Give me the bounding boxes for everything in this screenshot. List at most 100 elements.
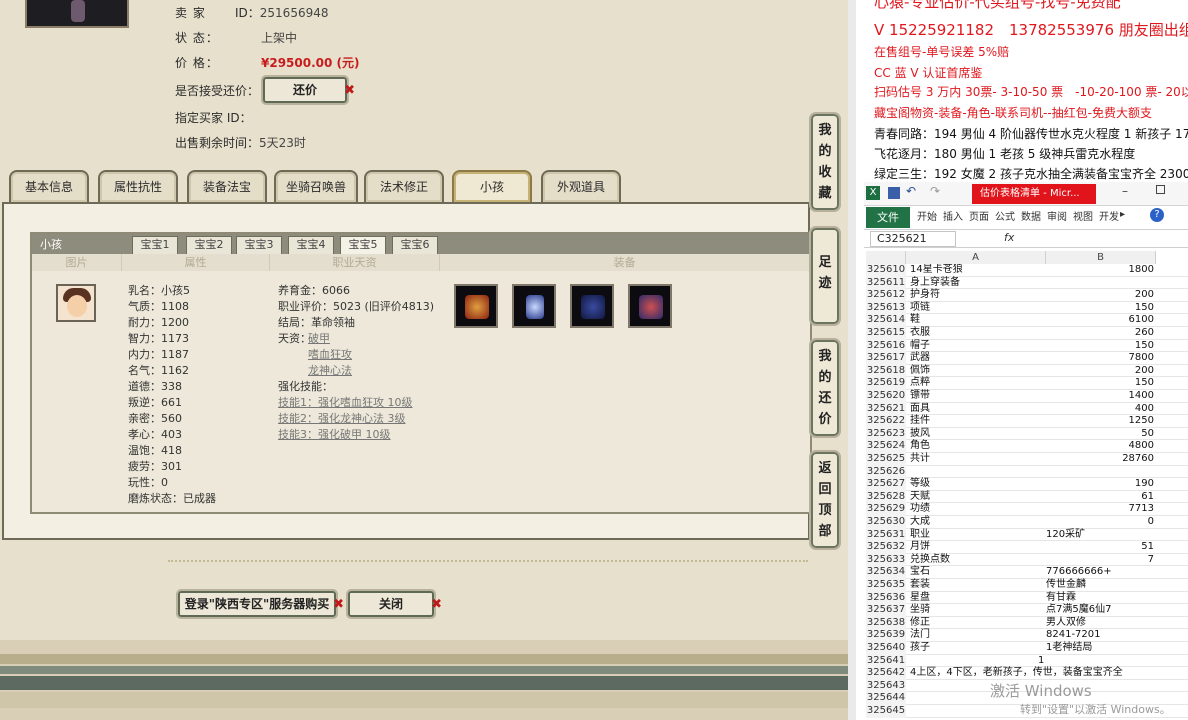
cell-b[interactable]: 男人双修 (1046, 617, 1156, 630)
subtab-baby6[interactable]: 宝宝6 (392, 236, 438, 254)
cell-a[interactable]: 月饼 (910, 541, 1046, 554)
cell-a[interactable]: 1 (1038, 655, 1174, 668)
cell-a[interactable]: 法门 (910, 629, 1046, 642)
cell-a[interactable]: 大成 (910, 516, 1046, 529)
cell-b[interactable]: 0 (1046, 516, 1156, 529)
skill-1[interactable]: 技能1：强化嗜血狂攻 10级 (278, 396, 413, 410)
cell-b[interactable]: 776666666+ (1046, 566, 1156, 579)
skill-3[interactable]: 技能3：强化破甲 10级 (278, 428, 391, 442)
equipment-slot-3[interactable] (570, 284, 614, 328)
cell-a[interactable]: 孩子 (910, 642, 1046, 655)
row-number[interactable]: 325634 (866, 566, 906, 579)
cell-a[interactable]: 14星卡苍狼 (910, 264, 1046, 277)
cell-a[interactable]: 职业 (910, 529, 1046, 542)
close-button[interactable]: 关闭 ✖ (346, 589, 442, 619)
row-number[interactable]: 325642 (866, 667, 906, 680)
row-number[interactable]: 325637 (866, 604, 906, 617)
cell-a[interactable]: 角色 (910, 440, 1046, 453)
bargain-button[interactable]: 还价 ✖ (261, 75, 355, 105)
cell-b[interactable]: 1400 (1046, 390, 1156, 403)
cell-a[interactable]: 护身符 (910, 289, 1046, 302)
select-all-corner[interactable] (866, 251, 906, 264)
cell-a[interactable]: 佩饰 (910, 365, 1046, 378)
subtab-baby3[interactable]: 宝宝3 (236, 236, 282, 254)
row-number[interactable]: 325636 (866, 591, 906, 605)
cell-b[interactable]: 61 (1046, 491, 1156, 504)
cell-b[interactable]: 1老神结局 (1046, 642, 1156, 655)
tab-basic-info[interactable]: 基本信息 (9, 170, 89, 202)
minimize-icon[interactable]: – (1122, 184, 1128, 198)
cell-b[interactable]: 6100 (1046, 314, 1156, 327)
row-number[interactable]: 325630 (866, 516, 906, 529)
equipment-slot-2[interactable] (512, 284, 556, 328)
skill-2[interactable]: 技能2：强化龙神心法 3级 (278, 412, 406, 426)
maximize-icon[interactable] (1156, 185, 1165, 194)
cell-b[interactable]: 150 (1046, 302, 1156, 315)
cell-a[interactable]: 点粹 (910, 377, 1046, 390)
row-number[interactable]: 325626 (866, 465, 906, 479)
cell-a[interactable]: 共计 (910, 453, 1046, 466)
ribbon-tab[interactable]: 开发 (1099, 207, 1119, 228)
cell-a[interactable]: 帽子 (910, 340, 1046, 353)
row-number[interactable]: 325622 (866, 415, 906, 428)
cell-a[interactable]: 披风 (910, 428, 1046, 441)
cell-b[interactable]: 有甘霖 (1046, 592, 1156, 605)
ribbon-tab[interactable]: 审阅 (1047, 207, 1067, 228)
row-number[interactable]: 325638 (866, 616, 906, 630)
cell-a[interactable]: 坐骑 (910, 604, 1046, 617)
cell-b[interactable]: 120采矿 (1046, 529, 1156, 542)
ribbon-tab[interactable]: 开始 (917, 207, 937, 228)
talent-2[interactable]: 嗜血狂攻 (308, 348, 352, 362)
subtab-baby1[interactable]: 宝宝1 (132, 236, 178, 254)
fx-icon[interactable]: fx (1004, 231, 1014, 244)
tab-spells[interactable]: 法术修正 (364, 170, 444, 202)
cell-a[interactable]: 4上区，4下区，老新孩子，传世，装备宝宝齐全 (910, 667, 1123, 680)
cell-a[interactable]: 修正 (910, 617, 1046, 630)
row-number[interactable]: 325613 (866, 301, 906, 315)
cell-b[interactable]: 200 (1046, 365, 1156, 378)
subtab-baby5[interactable]: 宝宝5 (340, 236, 386, 254)
ribbon-tab[interactable]: 公式 (995, 207, 1015, 228)
row-number[interactable]: 325618 (866, 364, 906, 378)
row-number[interactable]: 325631 (866, 528, 906, 542)
favorites-side-button[interactable]: 我的收藏 (809, 112, 841, 212)
redo-icon[interactable]: ↷ (930, 184, 940, 198)
row-number[interactable]: 325639 (866, 629, 906, 642)
talent-1[interactable]: 破甲 (308, 332, 330, 346)
row-number[interactable]: 325645 (866, 705, 906, 718)
column-header-b[interactable]: B (1046, 251, 1156, 264)
cell-a[interactable]: 镖带 (910, 390, 1046, 403)
cell-b[interactable]: 190 (1046, 478, 1156, 491)
row-number[interactable]: 325633 (866, 553, 906, 567)
cell-b[interactable]: 400 (1046, 403, 1156, 416)
row-number[interactable]: 325614 (866, 314, 906, 327)
cell-a[interactable]: 挂件 (910, 415, 1046, 428)
cell-a[interactable]: 等级 (910, 478, 1046, 491)
cell-a[interactable]: 兑换点数 (910, 554, 1046, 567)
row-number[interactable]: 325615 (866, 327, 906, 340)
my-bargains-side-button[interactable]: 我的还价 (809, 338, 841, 438)
cell-b[interactable]: 50 (1046, 428, 1156, 441)
tab-appearance[interactable]: 外观道具 (541, 170, 621, 202)
subtab-baby4[interactable]: 宝宝4 (288, 236, 334, 254)
cell-b[interactable]: 1800 (1046, 264, 1156, 277)
save-icon[interactable] (888, 187, 900, 199)
cell-a[interactable]: 星盘 (910, 592, 1046, 605)
cell-b[interactable]: 150 (1046, 340, 1156, 353)
row-number[interactable]: 325616 (866, 339, 906, 353)
cell-b[interactable]: 传世金麟 (1046, 579, 1156, 592)
row-number[interactable]: 325624 (866, 440, 906, 453)
cell-b[interactable]: 4800 (1046, 440, 1156, 453)
history-side-button[interactable]: 足迹 (809, 226, 841, 326)
cell-b[interactable]: 200 (1046, 289, 1156, 302)
row-number[interactable]: 325629 (866, 503, 906, 516)
undo-icon[interactable]: ↶ (906, 184, 916, 198)
ribbon-tab[interactable]: 页面 (969, 207, 989, 228)
tab-mounts[interactable]: 坐骑召唤兽 (274, 170, 358, 202)
row-number[interactable]: 325612 (866, 289, 906, 302)
buy-button[interactable]: 登录"陕西专区"服务器购买 ✖ (176, 589, 344, 619)
cell-a[interactable]: 面具 (910, 403, 1046, 416)
row-number[interactable]: 325625 (866, 453, 906, 466)
cell-a[interactable]: 功绩 (910, 503, 1046, 516)
subtab-baby2[interactable]: 宝宝2 (186, 236, 232, 254)
